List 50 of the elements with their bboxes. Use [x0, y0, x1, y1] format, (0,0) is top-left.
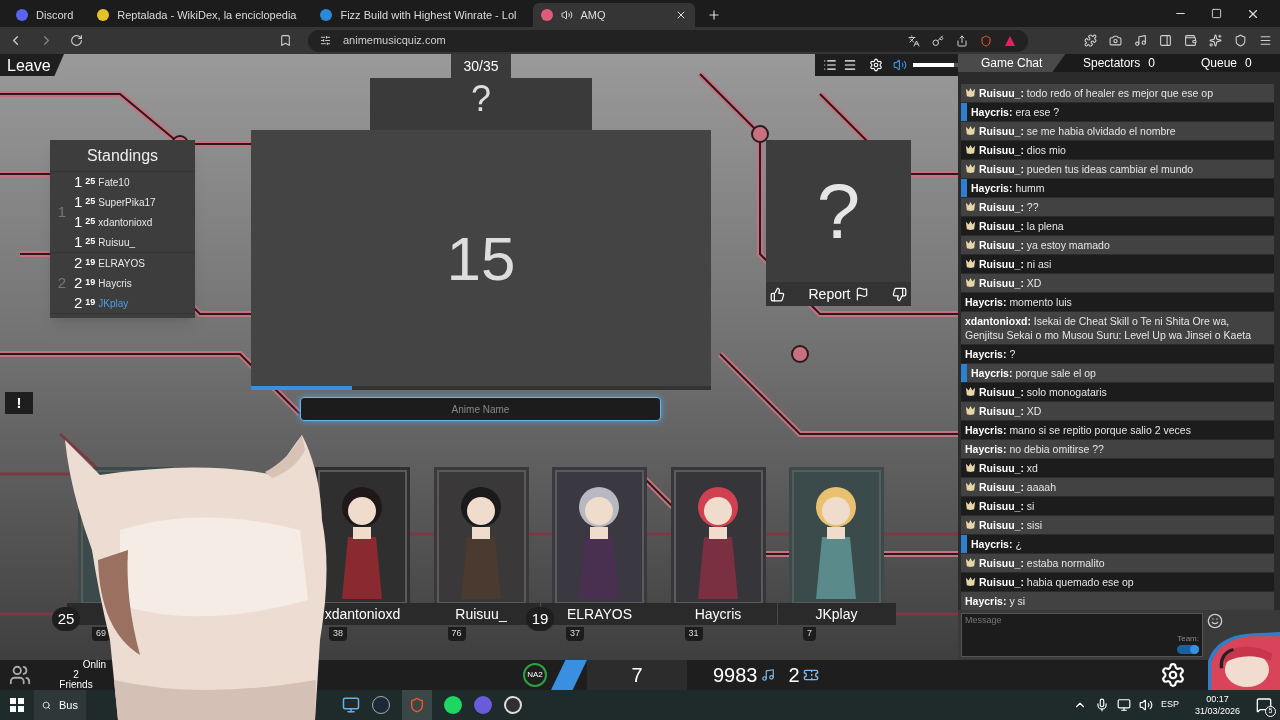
chat-tab[interactable]: Queue 0: [1172, 54, 1280, 72]
chat-message: Haycris: no debia omitirse ??: [965, 442, 1104, 456]
chat-message: Haycris: porque sale el op: [971, 366, 1096, 380]
language-indicator[interactable]: ESP: [1160, 698, 1179, 712]
chat-message: xdantonioxd: Isekai de Cheat Skill o Te ni Shita Ore wa, Genjitsu Sekai o mo Musou Suru: Level Up wa Jinsei o Kaeta: [965, 314, 1252, 342]
chat-message: Ruisuu_: aaaah: [979, 480, 1057, 494]
chat-message: Haycris: humm: [971, 181, 1045, 195]
tab-label: Game Chat: [981, 55, 1043, 72]
chat-message: Ruisuu_: la plena: [979, 219, 1064, 233]
browser-tab[interactable]: AMQ: [532, 3, 695, 27]
browser-tab[interactable]: Fizz Build with Highest Winrate - Lol: [312, 3, 533, 27]
tab-count: 0: [1245, 55, 1252, 72]
url-text: animemusicquiz.com: [343, 33, 446, 49]
message-field[interactable]: Message Team:: [961, 613, 1203, 657]
chat-message: Haycris: momento luis: [965, 295, 1072, 309]
chat-message: Ruisuu_: sisi: [979, 518, 1042, 532]
chat-message: Ruisuu_: se me habia olvidado el nombre: [979, 124, 1176, 138]
chat-message: Ruisuu_: estaba normalito: [979, 556, 1105, 570]
address-field[interactable]: animemusicquiz.com: [308, 29, 1028, 52]
chat-message: Haycris: ?: [965, 347, 1016, 361]
clock[interactable]: 00:17 31/03/2026: [1186, 693, 1248, 717]
chat-message: Haycris: mano si se repitio porque salio 2 veces: [965, 423, 1191, 437]
chat-message: Ruisuu_: XD: [979, 404, 1042, 418]
chat-message: Ruisuu_: solo monogataris: [979, 385, 1107, 399]
chat-message: Ruisuu_: habia quemado ese op: [979, 575, 1134, 589]
chat-message: Ruisuu_: XD: [979, 276, 1042, 290]
tab-title: AMQ: [580, 7, 607, 23]
chat-message: Ruisuu_: ya estoy mamado: [979, 238, 1110, 252]
browser-tab[interactable]: Reptalada - WikiDex, la enciclopedia: [89, 3, 313, 27]
tab-count: 0: [1148, 55, 1155, 72]
chat-message: Haycris: era ese ?: [971, 105, 1060, 119]
tab-label: Spectators: [1082, 55, 1141, 72]
chat-tab[interactable]: Game Chat: [958, 54, 1066, 72]
chat-tab[interactable]: Spectators 0: [1065, 54, 1173, 72]
chat-message: Ruisuu_: todo redo of healer es mejor que ese op: [979, 86, 1214, 100]
chat-message: Haycris: ¿: [971, 537, 1022, 551]
chat-message: Ruisuu_: ??: [979, 200, 1039, 214]
placeholder-text: Message: [965, 614, 1003, 627]
chat-message: Ruisuu_: xd: [979, 461, 1038, 475]
chat-message: Ruisuu_: si: [979, 499, 1035, 513]
tab-label: Queue: [1200, 55, 1237, 72]
tab-title: Discord: [36, 7, 75, 23]
browser-tab[interactable]: Discord: [8, 3, 90, 27]
tab-title: Reptalada - WikiDex, la enciclopedia: [117, 7, 298, 23]
chat-message: Haycris: y si: [965, 594, 1026, 608]
chat-message: Ruisuu_: ni asi: [979, 257, 1052, 271]
tab-title: Fizz Build with Highest Winrate - Lol: [340, 7, 518, 23]
team-label: Team:: [1177, 633, 1199, 645]
chat-message: Ruisuu_: dios mio: [979, 143, 1066, 157]
chat-message: Ruisuu_: pueden tus ideas cambiar el mundo: [979, 162, 1194, 176]
